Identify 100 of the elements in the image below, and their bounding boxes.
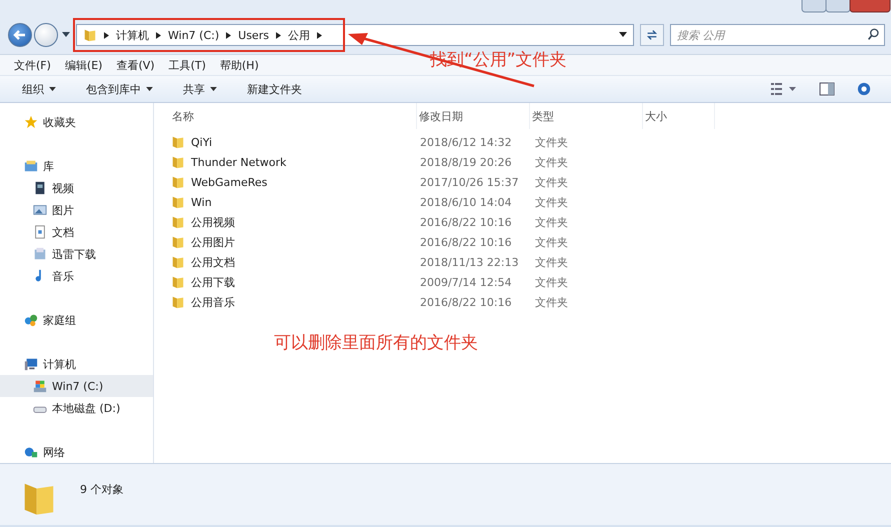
table-cell-text: 文件夹 [534, 234, 569, 250]
file-name[interactable]: 公用图片 [191, 234, 235, 250]
table-cell-text: 2017/10/26 15:37 [419, 176, 520, 188]
folder-icon [171, 235, 185, 249]
sidebar-label: 音乐 [52, 268, 74, 284]
document-icon [33, 225, 47, 239]
sidebar-label: 图片 [52, 202, 74, 218]
table-cell-text: 文件夹 [534, 294, 569, 310]
table-cell-text: 2018/11/13 22:13 [419, 256, 520, 268]
table-cell-text: 2018/8/19 20:26 [419, 156, 513, 168]
file-name[interactable]: 公用音乐 [191, 294, 235, 310]
file-name[interactable]: 公用下载 [191, 274, 235, 290]
sidebar-label: 计算机 [43, 356, 76, 372]
preview-pane-icon [819, 82, 835, 96]
sidebar-item[interactable]: Win7 (C:) [0, 375, 153, 397]
annotation-text: 可以删除里面所有的文件夹 [274, 332, 478, 354]
toolbar-button[interactable]: 共享 [173, 82, 227, 96]
sidebar-item[interactable]: 视频 [0, 177, 153, 199]
table-cell-text: 2018/6/12 14:32 [419, 136, 513, 148]
sidebar-label: 库 [43, 158, 54, 174]
table-cell-text: 文件夹 [534, 274, 569, 290]
table-cell-text: 文件夹 [534, 254, 569, 270]
sidebar-label: 本地磁盘 (D:) [52, 400, 120, 416]
folder-icon [171, 215, 185, 229]
file-name[interactable]: WebGameRes [191, 176, 268, 188]
column-header[interactable]: 大小 [643, 103, 715, 129]
table-cell-text: 2009/7/14 12:54 [419, 276, 513, 288]
sidebar-item[interactable]: 计算机 [0, 353, 153, 375]
forward-button[interactable] [34, 23, 58, 47]
drive-icon [33, 379, 47, 393]
sidebar-item[interactable]: 迅雷下载 [0, 243, 153, 265]
column-header[interactable]: 修改日期 [417, 103, 530, 129]
file-name[interactable]: Win [191, 196, 212, 208]
chevron-icon[interactable] [226, 32, 232, 38]
table-cell-text: 文件夹 [534, 174, 569, 190]
film-icon [33, 181, 47, 195]
sidebar-item[interactable]: 文档 [0, 221, 153, 243]
sidebar-label: 迅雷下载 [52, 246, 96, 262]
table-cell-text: 2016/8/22 10:16 [419, 216, 513, 228]
chevron-icon[interactable] [104, 32, 109, 38]
sidebar-item[interactable]: 本地磁盘 (D:) [0, 397, 153, 419]
chevron-icon[interactable] [276, 32, 281, 38]
breadcrumb[interactable]: 公用 [288, 28, 310, 42]
menu-item[interactable]: 文件(F) [14, 58, 51, 72]
address-bar[interactable]: 计算机 Win7 (C:) Users 公用 [76, 24, 634, 46]
back-button[interactable] [8, 23, 32, 47]
menu-item[interactable]: 工具(T) [168, 58, 206, 72]
search-field[interactable]: 搜索 公用 [670, 24, 885, 46]
dropdown-icon[interactable] [619, 32, 627, 38]
menu-item[interactable]: 查看(V) [116, 58, 155, 72]
sidebar-item[interactable]: 收藏夹 [0, 111, 153, 133]
sidebar-label: 文档 [52, 224, 74, 240]
caret-icon [49, 86, 56, 92]
star-icon [24, 115, 38, 129]
folder-icon [171, 195, 185, 209]
chevron-icon[interactable] [156, 32, 161, 38]
file-name[interactable]: QiYi [191, 136, 212, 148]
file-name[interactable]: Thunder Network [191, 156, 286, 168]
folder-icon [83, 28, 97, 42]
toolbar-button[interactable]: 组织 [12, 82, 66, 96]
help-icon [857, 82, 871, 96]
computer-icon [24, 357, 38, 371]
table-cell-text: 文件夹 [534, 154, 569, 170]
table-cell-text: 2016/8/22 10:16 [419, 296, 513, 308]
table-cell-text: 2016/8/22 10:16 [419, 236, 513, 248]
sidebar-item[interactable]: 家庭组 [0, 309, 153, 331]
column-header[interactable]: 名称 [170, 103, 417, 129]
sidebar-item[interactable]: 网络 [0, 441, 153, 463]
sidebar-label: Win7 (C:) [52, 380, 104, 392]
sidebar-item[interactable]: 库 [0, 155, 153, 177]
caret-icon [146, 86, 153, 92]
caret-icon [210, 86, 217, 92]
folder-icon [171, 295, 185, 309]
sidebar-label: 家庭组 [43, 312, 76, 328]
table-cell-text: 文件夹 [534, 194, 569, 210]
folder-icon [171, 135, 185, 149]
file-name[interactable]: 公用视频 [191, 214, 235, 230]
folder-icon [171, 275, 185, 289]
folder-icon [171, 175, 185, 189]
chevron-icon[interactable] [316, 32, 322, 38]
toolbar-button[interactable]: 包含到库中 [76, 82, 163, 96]
breadcrumb[interactable]: Win7 (C:) [168, 28, 220, 42]
download-icon [33, 247, 47, 261]
toolbar-button[interactable]: 新建文件夹 [237, 82, 312, 96]
sidebar-item[interactable]: 音乐 [0, 265, 153, 287]
homegroup-icon [24, 313, 38, 327]
menu-item[interactable]: 编辑(E) [64, 58, 102, 72]
folder-icon [171, 155, 185, 169]
sidebar-item[interactable]: 图片 [0, 199, 153, 221]
network-icon [24, 445, 38, 459]
picture-icon [33, 203, 47, 217]
menu-item[interactable]: 帮助(H) [220, 58, 259, 72]
breadcrumb[interactable]: 计算机 [116, 28, 149, 42]
file-name[interactable]: 公用文档 [191, 254, 235, 270]
breadcrumb[interactable]: Users [238, 28, 269, 42]
column-header[interactable]: 类型 [530, 103, 643, 129]
refresh-button[interactable] [640, 24, 664, 46]
folder-icon [171, 255, 185, 269]
history-dropdown-icon[interactable] [62, 32, 70, 38]
item-count: 9 个对象 [80, 482, 124, 497]
